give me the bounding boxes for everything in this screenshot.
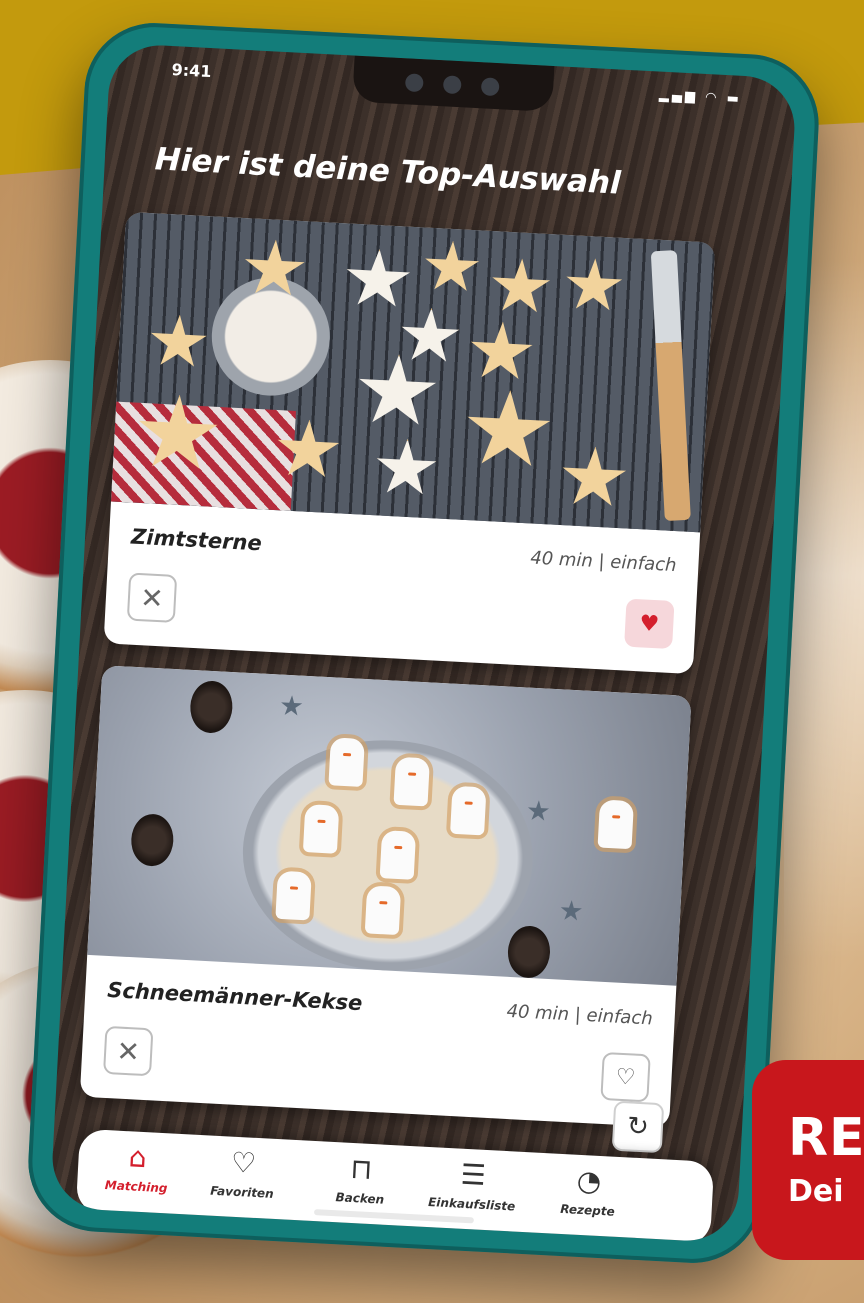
star-decoration xyxy=(527,800,550,823)
pine-cone xyxy=(506,924,552,980)
heart-filled-icon: ♥ xyxy=(638,610,660,637)
page-title: Hier ist deine Top-Auswahl xyxy=(154,141,622,202)
star-cookie xyxy=(489,257,552,318)
brand-tagline: Dei xyxy=(788,1174,844,1209)
recipe-title: Zimtsterne xyxy=(130,524,263,556)
tab-favoriten[interactable]: ♡ Favoriten xyxy=(186,1134,300,1224)
star-cookie xyxy=(135,393,221,477)
star-cookie xyxy=(559,445,628,512)
brand-name: RE xyxy=(788,1108,864,1168)
snowman-cookie xyxy=(328,737,365,787)
camera-lens-icon xyxy=(480,77,500,97)
app-screen: 9:41 ▂▄▆ ◠ ▬ Hier ist deine Top-Auswahl xyxy=(49,42,798,1244)
refresh-icon: ↻ xyxy=(626,1111,650,1143)
cookie-icon: ◔ xyxy=(576,1163,603,1199)
recipe-meta: 40 min | einfach xyxy=(506,1000,654,1030)
recipe-meta: 40 min | einfach xyxy=(529,547,677,577)
snowman-cookie xyxy=(364,885,402,936)
snowman-cookie xyxy=(450,785,487,836)
snowman-cookie xyxy=(597,799,635,850)
list-icon: ☰ xyxy=(459,1157,487,1192)
star-cookie xyxy=(463,388,553,474)
recipe-card[interactable]: Zimtsterne 40 min | einfach ✕ ♥ xyxy=(103,211,716,675)
spatula xyxy=(650,250,691,522)
phone-frame: 9:41 ▂▄▆ ◠ ▬ Hier ist deine Top-Auswahl xyxy=(24,19,823,1267)
snowman-cookie xyxy=(302,804,340,854)
signal-icon: ▂▄▆ xyxy=(658,87,699,105)
pine-cone xyxy=(189,679,234,735)
tab-label: Rezepte xyxy=(560,1201,616,1219)
star-cookie xyxy=(355,352,439,432)
status-time: 9:41 xyxy=(171,60,212,82)
star-decoration xyxy=(560,900,583,923)
recipe-card[interactable]: Schneemänner-Kekse 40 min | einfach ✕ ♡ xyxy=(79,665,692,1128)
snowman-cookie xyxy=(275,870,312,921)
refresh-button[interactable]: ↻ xyxy=(611,1100,665,1154)
close-icon: ✕ xyxy=(139,580,165,615)
background-scene: 9:41 ▂▄▆ ◠ ▬ Hier ist deine Top-Auswahl xyxy=(0,0,864,1303)
recipe-photo xyxy=(110,211,716,533)
brand-badge: RE Dei xyxy=(752,1060,864,1260)
phone-mockup: 9:41 ▂▄▆ ◠ ▬ Hier ist deine Top-Auswahl xyxy=(24,19,823,1267)
star-cookie xyxy=(343,247,412,312)
recipe-photo xyxy=(87,665,692,986)
star-cookie xyxy=(148,313,209,372)
star-cookie xyxy=(563,257,624,316)
camera-notch xyxy=(351,55,554,112)
home-icon: ⌂ xyxy=(127,1140,148,1175)
camera-lens-icon xyxy=(404,73,424,93)
tab-rezepte[interactable]: ◔ Rezepte xyxy=(531,1153,645,1243)
favorite-button[interactable]: ♡ xyxy=(600,1051,651,1103)
star-cookie xyxy=(274,418,341,483)
snowman-cookie xyxy=(393,756,430,807)
dismiss-button[interactable]: ✕ xyxy=(103,1025,154,1077)
wifi-icon: ◠ xyxy=(704,90,720,106)
tab-label: Backen xyxy=(335,1190,385,1207)
tab-label: Matching xyxy=(104,1178,168,1196)
tab-label: Einkaufsliste xyxy=(427,1195,516,1214)
favorite-button[interactable]: ♥ xyxy=(624,598,675,650)
tab-label: Favoriten xyxy=(209,1183,275,1201)
star-cookie xyxy=(399,306,462,367)
status-icons: ▂▄▆ ◠ ▬ xyxy=(659,88,743,107)
heart-outline-icon: ♡ xyxy=(615,1064,637,1091)
star-cookie xyxy=(374,437,439,500)
star-cookie xyxy=(468,320,535,385)
tab-matching[interactable]: ⌂ Matching xyxy=(80,1129,194,1219)
heart-icon: ♡ xyxy=(230,1145,257,1180)
star-cookie xyxy=(422,240,481,297)
snowman-cookie xyxy=(379,830,417,880)
close-icon: ✕ xyxy=(115,1034,141,1069)
dismiss-button[interactable]: ✕ xyxy=(126,572,178,623)
recipe-title: Schneemänner-Kekse xyxy=(106,977,364,1016)
camera-lens-icon xyxy=(442,75,462,95)
icing-bowl xyxy=(208,274,333,399)
star-decoration xyxy=(280,695,303,718)
bookmark-icon: ⊓ xyxy=(349,1151,374,1187)
battery-icon: ▬ xyxy=(726,91,743,107)
pine-cone xyxy=(129,813,175,868)
